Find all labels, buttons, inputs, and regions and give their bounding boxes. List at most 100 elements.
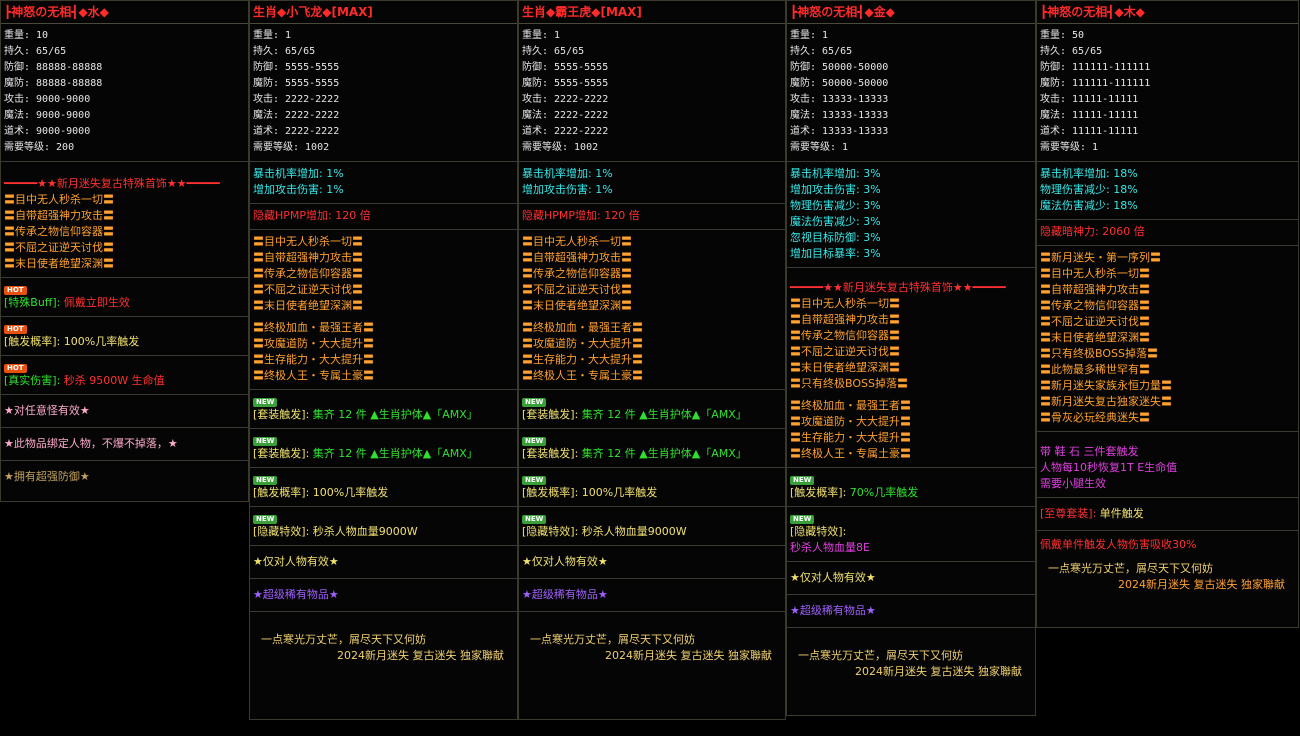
stat-required-level: 需要等级: 1 xyxy=(1040,142,1099,153)
note: ★超级稀有物品★ xyxy=(519,579,785,612)
perk: 〓不屈之证逆天讨伐〓 xyxy=(790,345,900,358)
stat-magic: 魔法: 2222-2222 xyxy=(253,110,340,121)
set-effect: NEW [套装触发]: 集齐 12 件 ▲生肖护体▲「AMX」 xyxy=(250,429,517,468)
effect-label: [特殊Buff]: xyxy=(4,296,61,309)
hidden-section: 隐藏HPMP增加: 120 倍 xyxy=(250,204,517,230)
stat-defense: 防御: 50000-50000 xyxy=(790,62,889,73)
effect-value: 100%几率触发 xyxy=(63,335,140,348)
banner: ━━━━━★★新月迷失复古特殊首饰★★━━━━━ xyxy=(790,281,1006,294)
perk: 〓传承之物信仰容器〓 xyxy=(522,267,632,280)
bonus: 增加攻击伤害: 1% xyxy=(522,183,613,196)
effect-label: [触发概率]: xyxy=(4,335,61,348)
perk: 〓新月迷失家族永恒力量〓 xyxy=(1040,379,1172,392)
note-text: ★超级稀有物品★ xyxy=(253,588,339,601)
stat-defense: 防御: 5555-5555 xyxy=(522,62,609,73)
perk: 〓传承之物信仰容器〓 xyxy=(1040,299,1150,312)
perk: 〓不屈之证逆天讨伐〓 xyxy=(522,283,632,296)
perk: 〓新月迷失・第一序列〓 xyxy=(1040,251,1161,264)
note: ★拥有超强防御★ xyxy=(1,461,248,493)
item-tooltip-tiger: 生肖◆霸王虎◆[MAX] 重量: 1 持久: 65/65 防御: 5555-55… xyxy=(518,0,786,720)
bonus-section: 暴击机率增加: 1% 增加攻击伤害: 1% xyxy=(519,162,785,204)
new-effect: NEW [触发概率]: 100%几率触发 xyxy=(519,468,785,507)
perk: 〓终极加血・最强王者〓 xyxy=(522,321,643,334)
set-value: 集齐 12 件 ▲生肖护体▲「AMX」 xyxy=(581,447,747,460)
perk: 〓自带超强神力攻击〓 xyxy=(522,251,632,264)
effect-value: 秒杀人物血量8E xyxy=(790,541,870,554)
hot-badge: HOT xyxy=(4,364,27,373)
new-badge: NEW xyxy=(253,515,278,524)
new-badge: NEW xyxy=(253,476,278,485)
stat-magic-defense: 魔防: 50000-50000 xyxy=(790,78,889,89)
note-text: ★对任意怪有效★ xyxy=(4,404,90,417)
item-stats: 重量: 1 持久: 65/65 防御: 5555-5555 魔防: 5555-5… xyxy=(250,24,517,162)
stat-weight: 重量: 50 xyxy=(1040,30,1085,41)
new-effect: NEW [触发概率]: 70%几率触发 xyxy=(787,468,1035,507)
perk: 〓新月迷失复古独家迷失〓 xyxy=(1040,395,1172,408)
perk: 〓终极人王・专属土豪〓 xyxy=(522,369,643,382)
stat-durability: 持久: 65/65 xyxy=(253,46,316,57)
footer-slogan: 一点寒光万丈芒，屑尽天下又何妨 xyxy=(1048,562,1213,575)
stat-taoism: 道术: 2222-2222 xyxy=(253,126,340,137)
new-badge: NEW xyxy=(253,398,278,407)
effect-label: [触发概率]: xyxy=(790,486,847,499)
new-badge: NEW xyxy=(522,398,547,407)
note: ★仅对人物有效★ xyxy=(519,546,785,579)
hot-effect: HOT [触发概率]: 100%几率触发 xyxy=(1,317,248,356)
stat-weight: 重量: 1 xyxy=(790,30,829,41)
stat-taoism: 道术: 11111-11111 xyxy=(1040,126,1139,137)
note: ★超级稀有物品★ xyxy=(250,579,517,612)
perk: 〓不屈之证逆天讨伐〓 xyxy=(253,283,363,296)
perk: 〓终极加血・最强王者〓 xyxy=(790,399,911,412)
stat-required-level: 需要等级: 1 xyxy=(790,142,849,153)
bonus-section: 暴击机率增加: 3% 增加攻击伤害: 3% 物理伤害减少: 3% 魔法伤害减少:… xyxy=(787,162,1035,268)
perk: 〓生存能力・大大提升〓 xyxy=(522,353,643,366)
item-title: 生肖◆霸王虎◆[MAX] xyxy=(519,1,785,24)
note-text: ★超级稀有物品★ xyxy=(790,604,876,617)
perk: 〓只有终极BOSS掉落〓 xyxy=(1040,347,1158,360)
perk: 〓生存能力・大大提升〓 xyxy=(790,431,911,444)
item-stats: 重量: 1 持久: 65/65 防御: 50000-50000 魔防: 5000… xyxy=(787,24,1035,162)
stat-attack: 攻击: 9000-9000 xyxy=(4,94,91,105)
hidden-effect: 隐藏HPMP增加: 120 倍 xyxy=(522,209,640,222)
stat-required-level: 需要等级: 200 xyxy=(4,142,75,153)
bonus: 物理伤害减少: 18% xyxy=(1040,183,1138,196)
set-effect: NEW [套装触发]: 集齐 12 件 ▲生肖护体▲「AMX」 xyxy=(519,390,785,429)
effect-value: 100%几率触发 xyxy=(312,486,389,499)
bonus: 暴击机率增加: 18% xyxy=(1040,167,1138,180)
item-tooltip-wood: ┣神怒の无相┫◆木◆ 重量: 50 持久: 65/65 防御: 111111-1… xyxy=(1036,0,1299,628)
bonus: 暴击机率增加: 1% xyxy=(522,167,613,180)
stat-weight: 重量: 1 xyxy=(253,30,292,41)
perk-section: 〓新月迷失・第一序列〓 〓目中无人秒杀一切〓 〓自带超强神力攻击〓 〓传承之物信… xyxy=(1037,246,1298,432)
supreme-set: [至尊套装]: 单件触发 xyxy=(1037,498,1298,531)
bonus: 暴击机率增加: 3% xyxy=(790,167,881,180)
new-effect: NEW [隐藏特效]: 秒杀人物血量9000W xyxy=(519,507,785,546)
stat-durability: 持久: 65/65 xyxy=(522,46,585,57)
footer: 一点寒光万丈芒，屑尽天下又何妨 2024新月迷失 复古迷失 独家聯献 xyxy=(787,628,1035,686)
bonus: 魔法伤害减少: 18% xyxy=(1040,199,1138,212)
bonus-section: 暴击机率增加: 18% 物理伤害减少: 18% 魔法伤害减少: 18% xyxy=(1037,162,1298,220)
perk: 〓末日使者绝望深渊〓 xyxy=(790,361,900,374)
new-badge: NEW xyxy=(522,437,547,446)
set-info: 带 鞋 石 三件套触发 人物每10秒恢复1T E生命值 需要小腿生效 xyxy=(1037,432,1298,498)
note: ★此物品绑定人物，不爆不掉落，★ xyxy=(1,428,248,461)
stat-magic-defense: 魔防: 88888-88888 xyxy=(4,78,103,89)
perk: 〓传承之物信仰容器〓 xyxy=(790,329,900,342)
perk: 〓传承之物信仰容器〓 xyxy=(4,225,114,238)
stat-durability: 持久: 65/65 xyxy=(1040,46,1103,57)
set-value: 集齐 12 件 ▲生肖护体▲「AMX」 xyxy=(312,408,478,421)
perk: 〓自带超强神力攻击〓 xyxy=(790,313,900,326)
stat-attack: 攻击: 2222-2222 xyxy=(253,94,340,105)
perk: 〓自带超强神力攻击〓 xyxy=(4,209,114,222)
effect-value: 100%几率触发 xyxy=(581,486,658,499)
bonus: 增加目标暴率: 3% xyxy=(790,247,881,260)
hidden-section: 隐藏HPMP增加: 120 倍 xyxy=(519,204,785,230)
hidden-section: 隐藏暗神力: 2060 倍 xyxy=(1037,220,1298,246)
stat-magic-defense: 魔防: 111111-111111 xyxy=(1040,78,1151,89)
new-effect: NEW [隐藏特效]: 秒杀人物血量9000W xyxy=(250,507,517,546)
stat-taoism: 道术: 9000-9000 xyxy=(4,126,91,137)
effect-value: 秒杀人物血量9000W xyxy=(581,525,687,538)
set-label: [套装触发]: xyxy=(253,408,310,421)
stat-attack: 攻击: 13333-13333 xyxy=(790,94,889,105)
stat-magic-defense: 魔防: 5555-5555 xyxy=(253,78,340,89)
perk: 〓只有终极BOSS掉落〓 xyxy=(790,377,908,390)
